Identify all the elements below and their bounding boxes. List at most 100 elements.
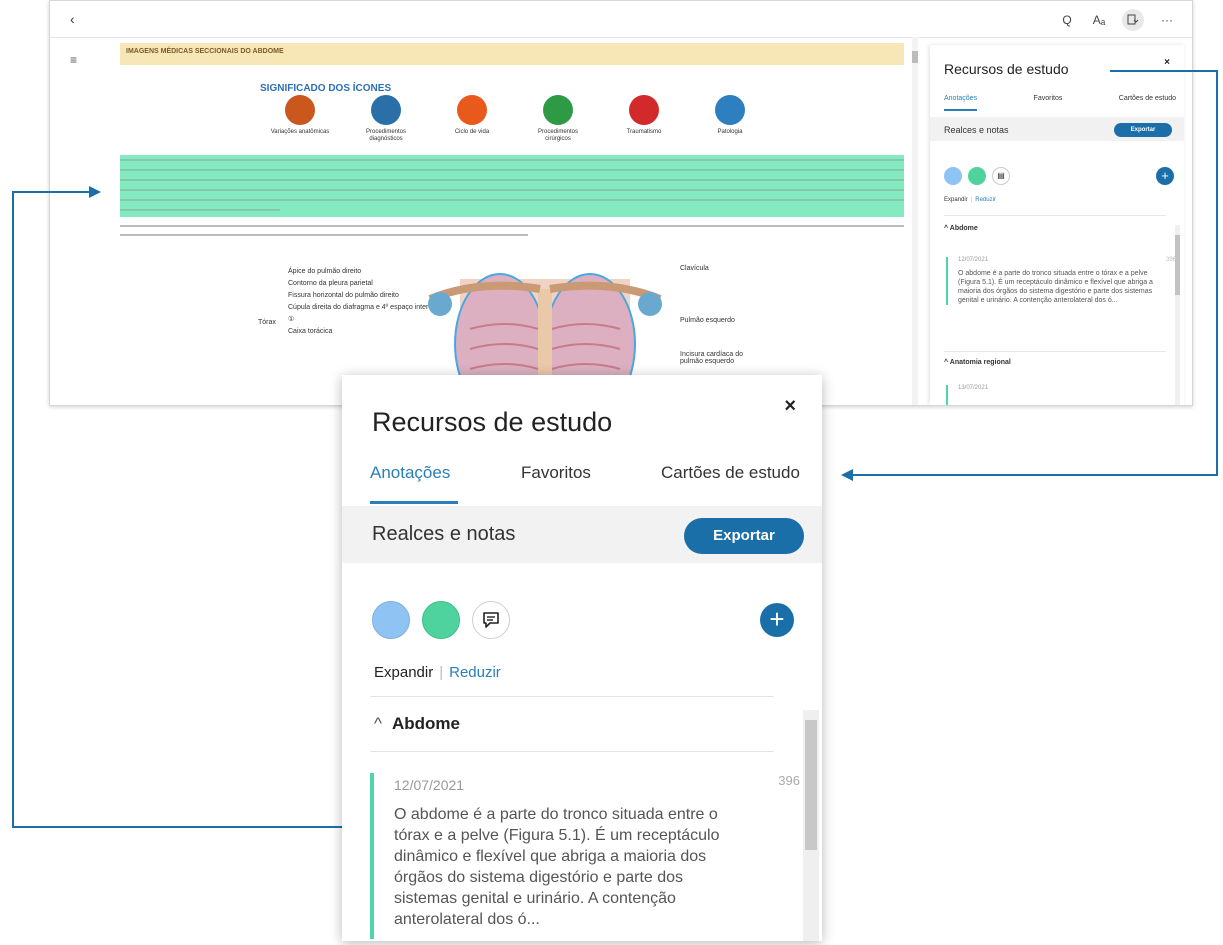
sidebar-section-abdome[interactable]: ^ Abdome [944, 225, 978, 232]
text-line [120, 209, 280, 211]
sidebar-note-card[interactable]: 12/07/2021 396 O abdome é a parte do tro… [946, 257, 1178, 305]
note-card[interactable]: 12/07/2021 396 O abdome é a parte do tro… [370, 773, 800, 939]
collapse-link[interactable]: Reduzir [449, 664, 501, 681]
section-header-abdome[interactable]: ^ Abdome [374, 714, 460, 734]
legend-symbol-icon [715, 95, 745, 125]
sidebar-tabs: Anotações Favoritos Cartões de estudo [944, 95, 1176, 113]
sidebar-swatch-green[interactable] [968, 167, 986, 185]
legend-caption: Procedimentos cirúrgicos [537, 129, 579, 142]
sidebar-strip-title: Realces e notas [944, 125, 1009, 135]
sidebar-note-text: O abdome é a parte do tronco situada ent… [958, 270, 1153, 304]
more-icon[interactable]: ··· [1158, 11, 1176, 29]
swatch-blue[interactable] [372, 601, 410, 639]
legend-caption: Variações anatômicas [270, 129, 330, 135]
banner-title: IMAGENS MÉDICAS SECCIONAIS DO ABDOME [126, 48, 284, 55]
sidebar-note-date: 12/07/2021 [958, 257, 989, 263]
legend-symbol-icon [285, 95, 315, 125]
toolbar-icons: Q Aₐ ··· [1058, 9, 1176, 31]
study-resources-icon[interactable] [1122, 9, 1144, 31]
book-page: IMAGENS MÉDICAS SECCIONAIS DO ABDOME SIG… [120, 37, 910, 405]
tab-favoritos[interactable]: Favoritos [521, 463, 591, 483]
sidebar-swatch-blue[interactable] [944, 167, 962, 185]
sidebar-separator: | [970, 197, 973, 203]
search-icon[interactable]: Q [1058, 11, 1076, 29]
expand-link[interactable]: Expandir [374, 664, 433, 681]
sidebar-divider [944, 351, 1166, 352]
page-scrollbar[interactable] [912, 37, 918, 405]
separator: | [439, 664, 444, 681]
scrollbar-thumb[interactable] [805, 720, 817, 850]
sidebar-note2-date: 13/07/2021 [958, 385, 989, 391]
sidebar-header-strip: Realces e notas Exportar [930, 117, 1184, 141]
add-button[interactable]: + [760, 603, 794, 637]
sidebar-expand-collapse: Expandir | Reduzir [944, 197, 996, 203]
arrow-right-icon [89, 186, 101, 198]
divider [370, 696, 774, 697]
chevron-up-icon: ^ [374, 714, 382, 733]
highlights-header: Realces e notas Exportar [342, 506, 822, 563]
sidebar-close-button[interactable]: × [1164, 57, 1170, 68]
sidebar-add-button[interactable]: + [1156, 167, 1174, 185]
sidebar-tab-cartoes[interactable]: Cartões de estudo [1119, 95, 1176, 113]
sidebar-expand-link[interactable]: Expandir [944, 197, 968, 203]
export-button[interactable]: Exportar [684, 518, 804, 554]
sidebar-collapse-link[interactable]: Reduzir [975, 197, 996, 203]
legend-icon-item: Variações anatômicas [270, 95, 330, 143]
legend-caption: Patologia [717, 129, 743, 135]
text-line [120, 199, 904, 201]
close-button[interactable]: × [784, 395, 796, 418]
legend-caption: Procedimentos diagnósticos [365, 129, 407, 142]
sidebar-tab-favoritos[interactable]: Favoritos [1034, 95, 1063, 113]
study-resources-panel-zoomed: Recursos de estudo × Anotações Favoritos… [342, 375, 822, 941]
active-tab-indicator [370, 501, 458, 504]
reader-toolbar: ‹ Q Aₐ ··· [50, 1, 1192, 38]
sidebar-section-abdome-label: Abdome [949, 225, 978, 232]
sidebar-tab-anotacoes[interactable]: Anotações [944, 95, 978, 111]
text-line [120, 169, 904, 171]
tab-cartoes-de-estudo[interactable]: Cartões de estudo [661, 463, 800, 483]
sidebar-section-anatomia-label: Anatomia regional [949, 359, 1011, 366]
swatch-green[interactable] [422, 601, 460, 639]
figure-label-clavicula: Clavícula [680, 265, 709, 272]
legend-icon-item: Procedimentos cirúrgicos [528, 95, 588, 143]
figure-label-incisura: Incisura cardíaca do pulmão esquerdo [680, 351, 744, 365]
reader-window: ‹ Q Aₐ ··· ≡ IMAGENS MÉDICAS SECCIONAIS … [49, 0, 1193, 406]
icon-legend-row: Variações anatômicas Procedimentos diagnó… [270, 95, 760, 143]
panel-tabs: Anotações Favoritos Cartões de estudo [370, 463, 810, 497]
legend-icon-item: Procedimentos diagnósticos [356, 95, 416, 143]
body-paragraph [120, 225, 904, 243]
back-button[interactable]: ‹ [70, 11, 75, 27]
sidebar-section-anatomia[interactable]: ^ Anatomia regional [944, 359, 1011, 366]
text-line [120, 179, 904, 181]
text-line [120, 159, 904, 161]
note-date: 12/07/2021 [394, 777, 465, 793]
note-filter-icon[interactable] [472, 601, 510, 639]
note-text: O abdome é a parte do tronco situada ent… [394, 806, 720, 928]
expand-collapse-controls: Expandir | Reduzir [374, 664, 501, 681]
table-of-contents-icon[interactable]: ≡ [70, 53, 77, 67]
sidebar-note-card-2[interactable]: 13/07/2021 [946, 385, 988, 405]
sidebar-scrollbar[interactable] [1175, 225, 1180, 405]
section-title: Abdome [391, 714, 460, 733]
highlighted-paragraph[interactable] [120, 155, 904, 217]
comment-icon [483, 612, 499, 628]
sidebar-export-button[interactable]: Exportar [1114, 123, 1172, 137]
highlights-title: Realces e notas [372, 523, 516, 545]
sidebar-divider [944, 215, 1166, 216]
tab-anotacoes[interactable]: Anotações [370, 463, 450, 483]
figure-label-torax: Tórax [258, 319, 276, 326]
section-banner: IMAGENS MÉDICAS SECCIONAIS DO ABDOME [120, 43, 904, 65]
legend-symbol-icon [629, 95, 659, 125]
note-page-number: 396 [778, 773, 800, 788]
divider [370, 751, 774, 752]
panel-scrollbar[interactable] [803, 710, 819, 941]
legend-caption: Ciclo de vida [454, 129, 490, 135]
font-size-icon[interactable]: Aₐ [1090, 11, 1108, 29]
legend-caption: Traumatismo [626, 129, 662, 135]
sidebar-note-icon[interactable]: ▤ [992, 167, 1010, 185]
sidebar-title: Recursos de estudo [944, 61, 1069, 77]
legend-symbol-icon [371, 95, 401, 125]
legend-icon-item: Ciclo de vida [442, 95, 502, 143]
legend-symbol-icon [457, 95, 487, 125]
study-resources-sidebar: Recursos de estudo × Anotações Favoritos… [930, 45, 1184, 405]
